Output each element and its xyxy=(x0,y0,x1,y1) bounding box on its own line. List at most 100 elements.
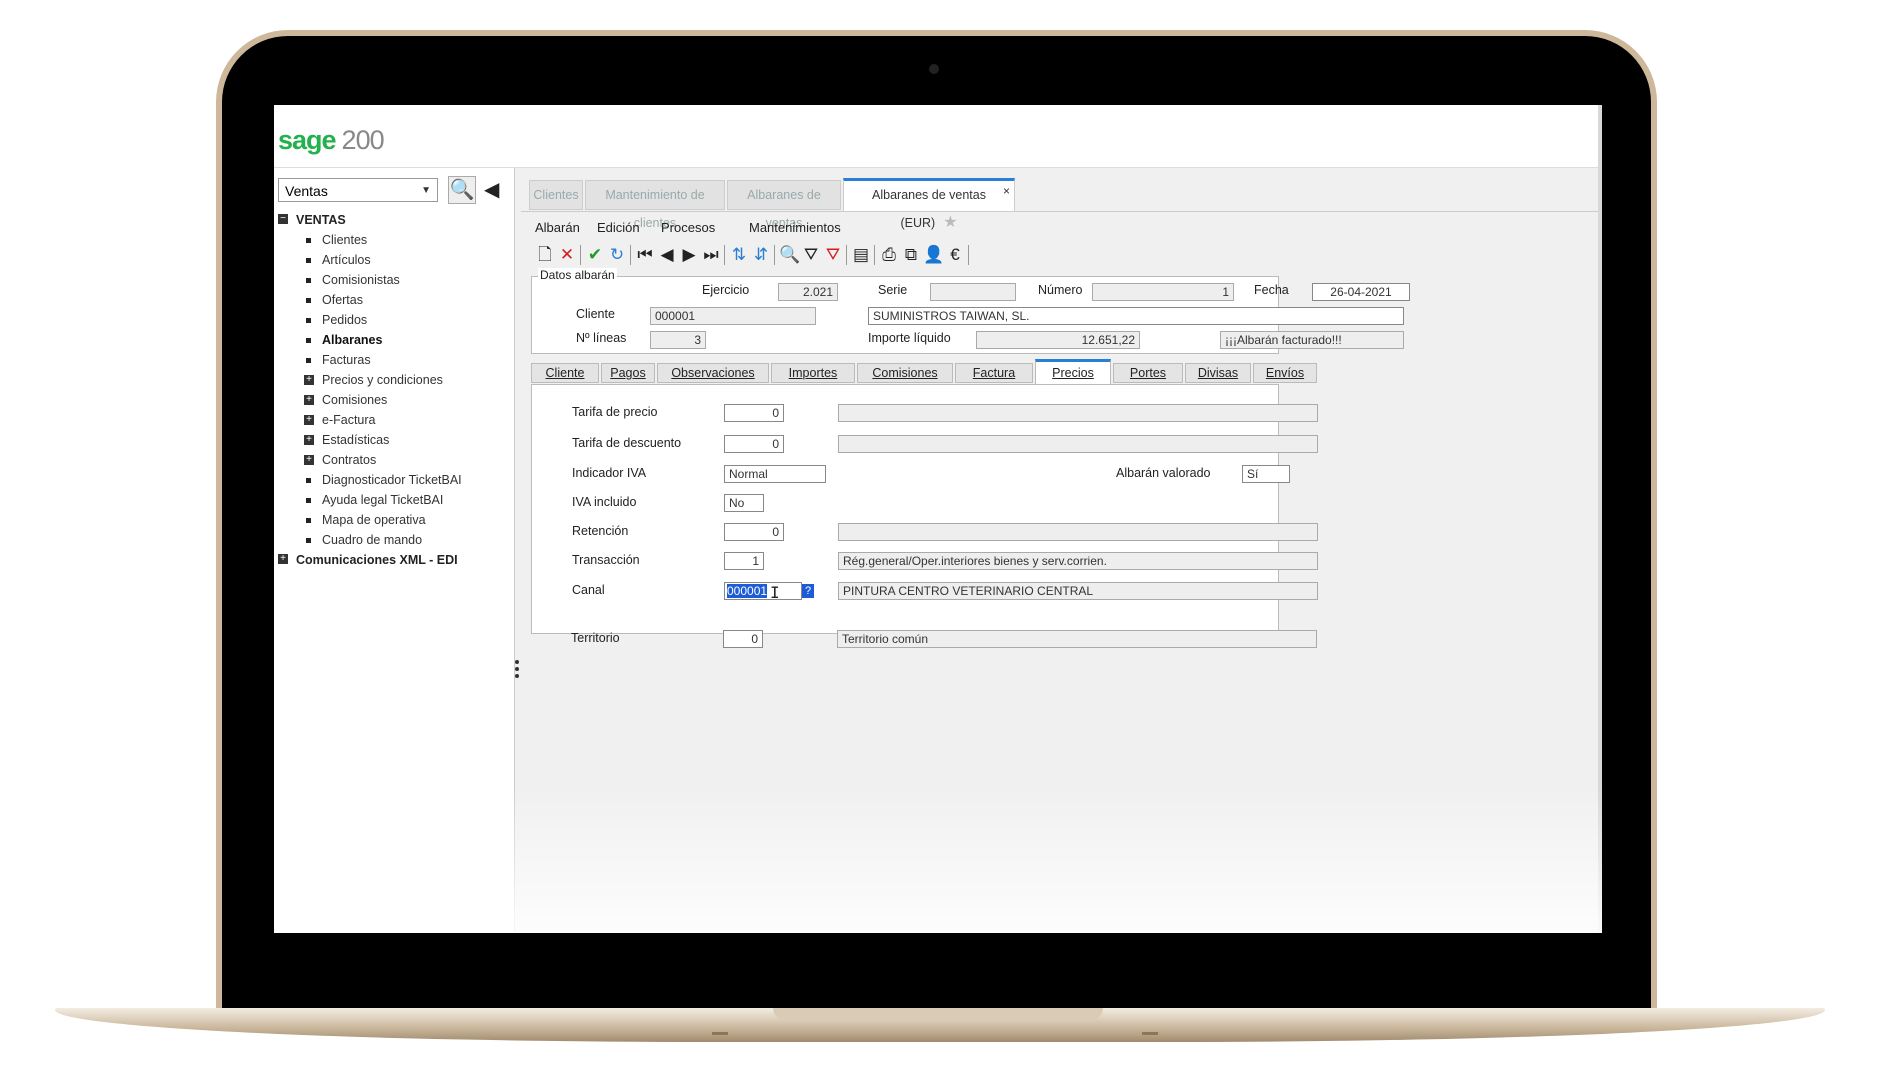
new-document-icon[interactable]: 🗋 xyxy=(535,244,555,266)
tab-divisas[interactable]: Divisas xyxy=(1185,363,1251,383)
tree-item[interactable]: Albaranes xyxy=(278,330,512,350)
menu-mantenimientos[interactable]: Mantenimientos xyxy=(749,220,841,235)
last-record-icon[interactable]: ⏭ xyxy=(701,244,721,266)
tab-observaciones[interactable]: Observaciones xyxy=(657,363,769,383)
albaran-valorado-field[interactable]: Sí xyxy=(1242,465,1290,483)
laptop-foot xyxy=(712,1032,728,1035)
tree-root-ventas[interactable]: − VENTAS xyxy=(278,210,512,230)
cliente-code-field[interactable]: 000001 xyxy=(650,307,816,325)
tab-clientes[interactable]: Clientes xyxy=(529,180,583,210)
next-record-icon[interactable]: ▶ xyxy=(679,244,699,266)
tree-item[interactable]: Clientes xyxy=(278,230,512,250)
copy-icon[interactable]: ⧉ xyxy=(901,244,921,266)
tree-item[interactable]: Ofertas xyxy=(278,290,512,310)
accept-icon[interactable]: ✔ xyxy=(585,244,605,266)
fecha-field[interactable]: 26-04-2021 xyxy=(1312,283,1410,301)
menu-edicion[interactable]: Edición xyxy=(597,220,640,235)
tab-portes[interactable]: Portes xyxy=(1113,363,1183,383)
lineas-field[interactable]: 3 xyxy=(650,331,706,349)
view-grid-icon[interactable]: ▤ xyxy=(851,244,871,266)
tree-item[interactable]: + e-Factura xyxy=(278,410,512,430)
undo-icon[interactable]: ↻ xyxy=(607,244,627,266)
albaran-valorado-label: Albarán valorado xyxy=(1116,466,1211,480)
cliente-name-field[interactable]: SUMINISTROS TAIWAN, SL. xyxy=(868,307,1404,325)
tab-label: Albaranes de ventas (EUR) xyxy=(872,188,986,230)
tree-item[interactable]: Diagnosticador TicketBAI xyxy=(278,470,512,490)
transaccion-field[interactable]: 1 xyxy=(724,552,764,570)
tree-plus-icon[interactable]: + xyxy=(304,455,314,465)
tree-item-label: Mapa de operativa xyxy=(322,513,426,527)
iva-incluido-field[interactable]: No xyxy=(724,494,764,512)
numero-label: Número xyxy=(1038,283,1083,297)
ejercicio-field[interactable]: 2.021 xyxy=(778,283,838,301)
user-icon[interactable]: 👤 xyxy=(923,244,944,266)
search-icon[interactable]: 🔍 xyxy=(448,176,476,204)
tab-precios[interactable]: Precios xyxy=(1035,359,1111,385)
importe-label: Importe líquido xyxy=(868,331,951,345)
tree-item[interactable]: + Comisiones xyxy=(278,390,512,410)
tree-item[interactable]: Artículos xyxy=(278,250,512,270)
close-icon[interactable]: × xyxy=(1003,177,1010,205)
tab-cliente[interactable]: Cliente xyxy=(531,363,599,383)
tarifa-descuento-field[interactable]: 0 xyxy=(724,435,784,453)
tree-item-label: Cuadro de mando xyxy=(322,533,423,547)
tree-item-label: Diagnosticador TicketBAI xyxy=(322,473,462,487)
tree-item-label: Albaranes xyxy=(322,333,383,347)
tab-pagos[interactable]: Pagos xyxy=(601,363,655,383)
tab-albaranes-ventas[interactable]: Albaranes de ventas xyxy=(727,180,841,230)
star-icon[interactable]: ★ xyxy=(943,214,957,231)
tree-item[interactable]: Comisionistas xyxy=(278,270,512,290)
serie-field[interactable] xyxy=(930,283,1016,301)
filter-icon[interactable]: ⛛ xyxy=(801,244,821,266)
tree-item[interactable]: Pedidos xyxy=(278,310,512,330)
toolbar-separator xyxy=(630,245,631,265)
tree-plus-icon[interactable]: + xyxy=(278,554,288,564)
canal-lookup-button[interactable]: ? xyxy=(802,584,814,598)
tree-item[interactable]: Mapa de operativa xyxy=(278,510,512,530)
sort-order-icon[interactable]: ⇵ xyxy=(751,244,771,266)
menu-albaran[interactable]: Albarán xyxy=(535,220,580,235)
numero-field[interactable]: 1 xyxy=(1092,283,1234,301)
tree-minus-icon[interactable]: − xyxy=(278,214,288,224)
print-icon[interactable]: ⎙ xyxy=(879,244,899,266)
importe-field[interactable]: 12.651,22 xyxy=(976,331,1140,349)
logo-brand: sage xyxy=(278,125,337,155)
tab-envios[interactable]: Envíos xyxy=(1253,363,1317,383)
tree-plus-icon[interactable]: + xyxy=(304,375,314,385)
tree-item[interactable]: Ayuda legal TicketBAI xyxy=(278,490,512,510)
tree-item[interactable]: + Precios y condiciones xyxy=(278,370,512,390)
tab-factura[interactable]: Factura xyxy=(955,363,1033,383)
tree-root-comunicaciones[interactable]: + Comunicaciones XML - EDI xyxy=(278,550,512,570)
cliente-label: Cliente xyxy=(576,307,615,321)
previous-record-icon[interactable]: ◀ xyxy=(657,244,677,266)
logo-version: 200 xyxy=(341,125,385,155)
tree-item[interactable]: Cuadro de mando xyxy=(278,530,512,550)
tab-comisiones[interactable]: Comisiones xyxy=(857,363,953,383)
find-icon[interactable]: 🔍 xyxy=(779,244,800,266)
canal-field[interactable]: 000001 xyxy=(724,582,802,600)
remove-filter-icon[interactable]: ⛛ xyxy=(823,244,843,266)
menu-procesos[interactable]: Procesos xyxy=(661,220,715,235)
tree-item[interactable]: + Estadísticas xyxy=(278,430,512,450)
tree-item[interactable]: + Contratos xyxy=(278,450,512,470)
tree-plus-icon[interactable]: + xyxy=(304,395,314,405)
tree-plus-icon[interactable]: + xyxy=(304,415,314,425)
tree-plus-icon[interactable]: + xyxy=(304,435,314,445)
tab-albaranes-ventas-eur[interactable]: Albaranes de ventas (EUR) ★ × xyxy=(843,177,1015,231)
tree-item[interactable]: Facturas xyxy=(278,350,512,370)
sort-icon[interactable]: ⇅ xyxy=(729,244,749,266)
first-record-icon[interactable]: ⏮ xyxy=(635,244,655,266)
tab-importes[interactable]: Importes xyxy=(771,363,855,383)
splitter-grip-icon[interactable] xyxy=(515,660,519,681)
tarifa-precio-field[interactable]: 0 xyxy=(724,404,784,422)
collapse-panel-icon[interactable]: ◀ xyxy=(484,176,506,204)
ejercicio-label: Ejercicio xyxy=(702,283,750,297)
euro-icon[interactable]: € xyxy=(945,244,965,266)
bullet-icon xyxy=(306,258,311,263)
territorio-field[interactable]: 0 xyxy=(723,630,763,648)
tab-mantenimiento-clientes[interactable]: Mantenimiento de clientes xyxy=(585,180,725,230)
delete-icon[interactable]: ✕ xyxy=(557,244,577,266)
module-select[interactable]: Ventas ▼ xyxy=(278,178,438,202)
indicador-iva-field[interactable]: Normal xyxy=(724,465,826,483)
retencion-field[interactable]: 0 xyxy=(724,523,784,541)
